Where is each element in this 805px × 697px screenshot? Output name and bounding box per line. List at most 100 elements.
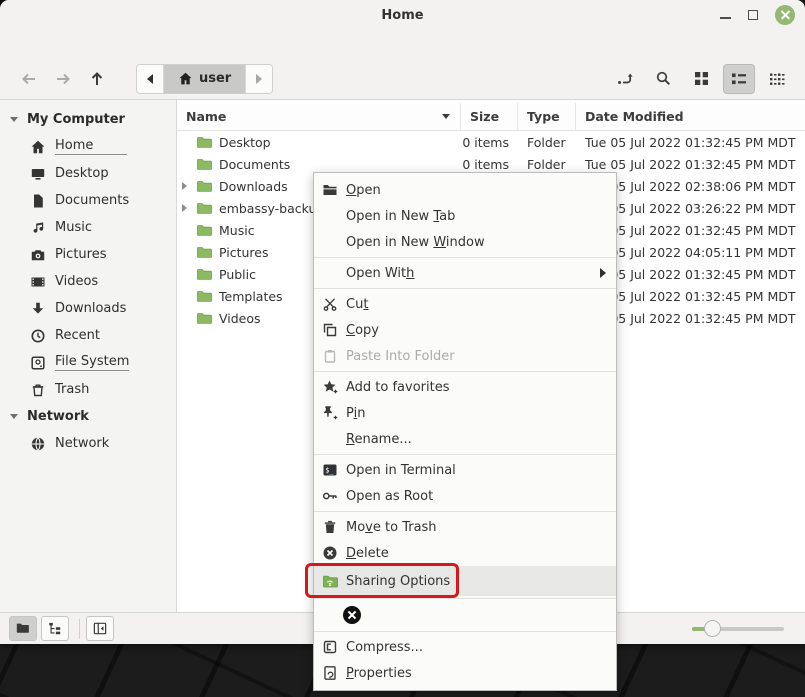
menu-item-open-with[interactable]: Open With [314, 260, 616, 286]
sidebar-item-downloads[interactable]: Downloads [0, 295, 176, 322]
show-treeview-button[interactable] [41, 616, 69, 641]
menu-separator [314, 288, 616, 289]
menu-separator [314, 631, 616, 632]
expander-icon[interactable] [182, 225, 192, 235]
menu-item-label: Open as Root [346, 489, 433, 504]
sidebar-item-pictures[interactable]: Pictures [0, 241, 176, 268]
menu-item-label: Rename... [346, 432, 412, 447]
sidebar-item-videos[interactable]: Videos [0, 268, 176, 295]
delete-circle-icon [322, 545, 338, 561]
music-note-icon [30, 220, 46, 236]
menu-item-move-to-trash[interactable]: Move to Trash [314, 514, 616, 540]
back-button[interactable] [12, 64, 46, 94]
menu-item-open[interactable]: Open [314, 177, 616, 203]
expander-icon[interactable] [182, 137, 192, 147]
show-places-button[interactable] [9, 616, 37, 641]
sidebar-item-desktop[interactable]: Desktop [0, 160, 176, 187]
expander-icon[interactable] [182, 291, 192, 301]
maximize-button[interactable] [748, 10, 758, 20]
sidebar-item-recent[interactable]: Recent [0, 322, 176, 349]
menu-item-open-in-terminal[interactable]: $_ Open in Terminal [314, 457, 616, 483]
menu-item-label: Paste Into Folder [346, 349, 455, 364]
expander-icon[interactable] [182, 182, 187, 190]
sidebar-item-music[interactable]: Music [0, 214, 176, 241]
breadcrumb-next-button[interactable] [245, 65, 272, 93]
menu-item-label: Add to favorites [346, 380, 450, 395]
column-header-type[interactable]: Type [518, 103, 576, 130]
file-name: Pictures [219, 245, 269, 260]
close-button[interactable] [775, 5, 795, 25]
expander-icon[interactable] [182, 269, 192, 279]
breadcrumb-current-user[interactable]: user [164, 65, 245, 93]
expander-icon[interactable] [182, 247, 192, 257]
folder-icon [196, 200, 212, 216]
hide-sidebar-button[interactable] [86, 616, 114, 641]
forward-button[interactable] [46, 64, 80, 94]
menu-item-cut[interactable]: Cut [314, 291, 616, 317]
column-header-date[interactable]: Date Modified [576, 103, 805, 130]
menu-item-pin[interactable]: Pin [314, 400, 616, 426]
menubar [0, 30, 805, 58]
collapse-triangle-icon [10, 117, 18, 122]
menu-item-sharing-options[interactable]: Sharing Options [314, 566, 616, 596]
up-button[interactable] [80, 64, 114, 94]
menu-item-open-in-new-tab[interactable]: Open in New Tab [314, 203, 616, 229]
expander-icon[interactable] [182, 159, 192, 169]
download-arrow-icon [30, 301, 46, 317]
breadcrumb-prev-button[interactable] [137, 65, 164, 93]
sidebar-item-documents[interactable]: Documents [0, 187, 176, 214]
folder-icon [196, 310, 212, 326]
menu-item-label: Open [346, 183, 381, 198]
file-name: Music [219, 223, 255, 238]
compact-view-button[interactable] [761, 64, 793, 94]
file-date: Tue 05 Jul 2022 01:32:45 PM MDT [576, 135, 805, 150]
menu-item-label: Open With [346, 266, 414, 281]
search-button[interactable] [647, 64, 679, 94]
file-row[interactable]: Desktop 0 items Folder Tue 05 Jul 2022 0… [177, 131, 805, 153]
menu-item-rename[interactable]: Rename... [314, 426, 616, 452]
file-name: Documents [219, 157, 290, 172]
zoom-slider-handle[interactable] [704, 620, 721, 637]
sort-descending-icon [442, 114, 450, 119]
menu-item-label: Open in New Tab [346, 209, 455, 224]
file-name: Desktop [219, 135, 271, 150]
sidebar-item-home[interactable]: Home [0, 133, 176, 160]
menu-item-paste-into-folder[interactable]: Paste Into Folder [314, 343, 616, 369]
expander-icon[interactable] [182, 313, 192, 323]
menu-item-open-as-root[interactable]: Open as Root [314, 483, 616, 509]
sidebar-item-trash[interactable]: Trash [0, 376, 176, 403]
menu-item-open-in-new-window[interactable]: Open in New Window [314, 229, 616, 255]
key-icon [322, 488, 338, 504]
hard-disk-icon [30, 355, 46, 371]
sidebar-item-network[interactable]: Network [0, 430, 176, 457]
sidebar-header-network[interactable]: Network [0, 403, 176, 430]
menu-item-delete[interactable]: Delete [314, 540, 616, 566]
file-type: Folder [518, 135, 576, 150]
sidebar-item-file-system[interactable]: File System [0, 349, 176, 376]
menu-item-copy[interactable]: Copy [314, 317, 616, 343]
minimize-button[interactable] [720, 0, 731, 30]
sidebar-header-my-computer[interactable]: My Computer [0, 106, 176, 133]
column-header-name[interactable]: Name [177, 103, 461, 130]
globe-icon [30, 436, 46, 452]
icon-view-button[interactable] [685, 64, 717, 94]
file-date: Tue 05 Jul 2022 01:32:45 PM MDT [576, 157, 805, 172]
color-clear-button[interactable] [343, 606, 361, 624]
list-view-button[interactable] [723, 64, 755, 94]
expander-icon[interactable] [182, 204, 187, 212]
svg-text:$_: $_ [325, 467, 334, 475]
zoom-slider[interactable] [692, 620, 784, 638]
film-icon [30, 274, 46, 290]
menu-item-properties[interactable]: Properties [314, 660, 616, 686]
column-header-size[interactable]: Size [461, 103, 518, 130]
menu-separator [314, 511, 616, 512]
menu-item-label: Pin [346, 406, 365, 421]
folder-icon [196, 266, 212, 282]
menu-separator [314, 454, 616, 455]
context-menu: Open Open in New Tab Open in New Window … [313, 172, 617, 691]
toggle-location-entry-button[interactable] [609, 64, 641, 94]
menu-item-add-to-favorites[interactable]: Add to favorites [314, 374, 616, 400]
menu-item-compress[interactable]: Compress... [314, 634, 616, 660]
menu-item-label: Move to Trash [346, 520, 437, 535]
scissors-icon [322, 296, 338, 312]
